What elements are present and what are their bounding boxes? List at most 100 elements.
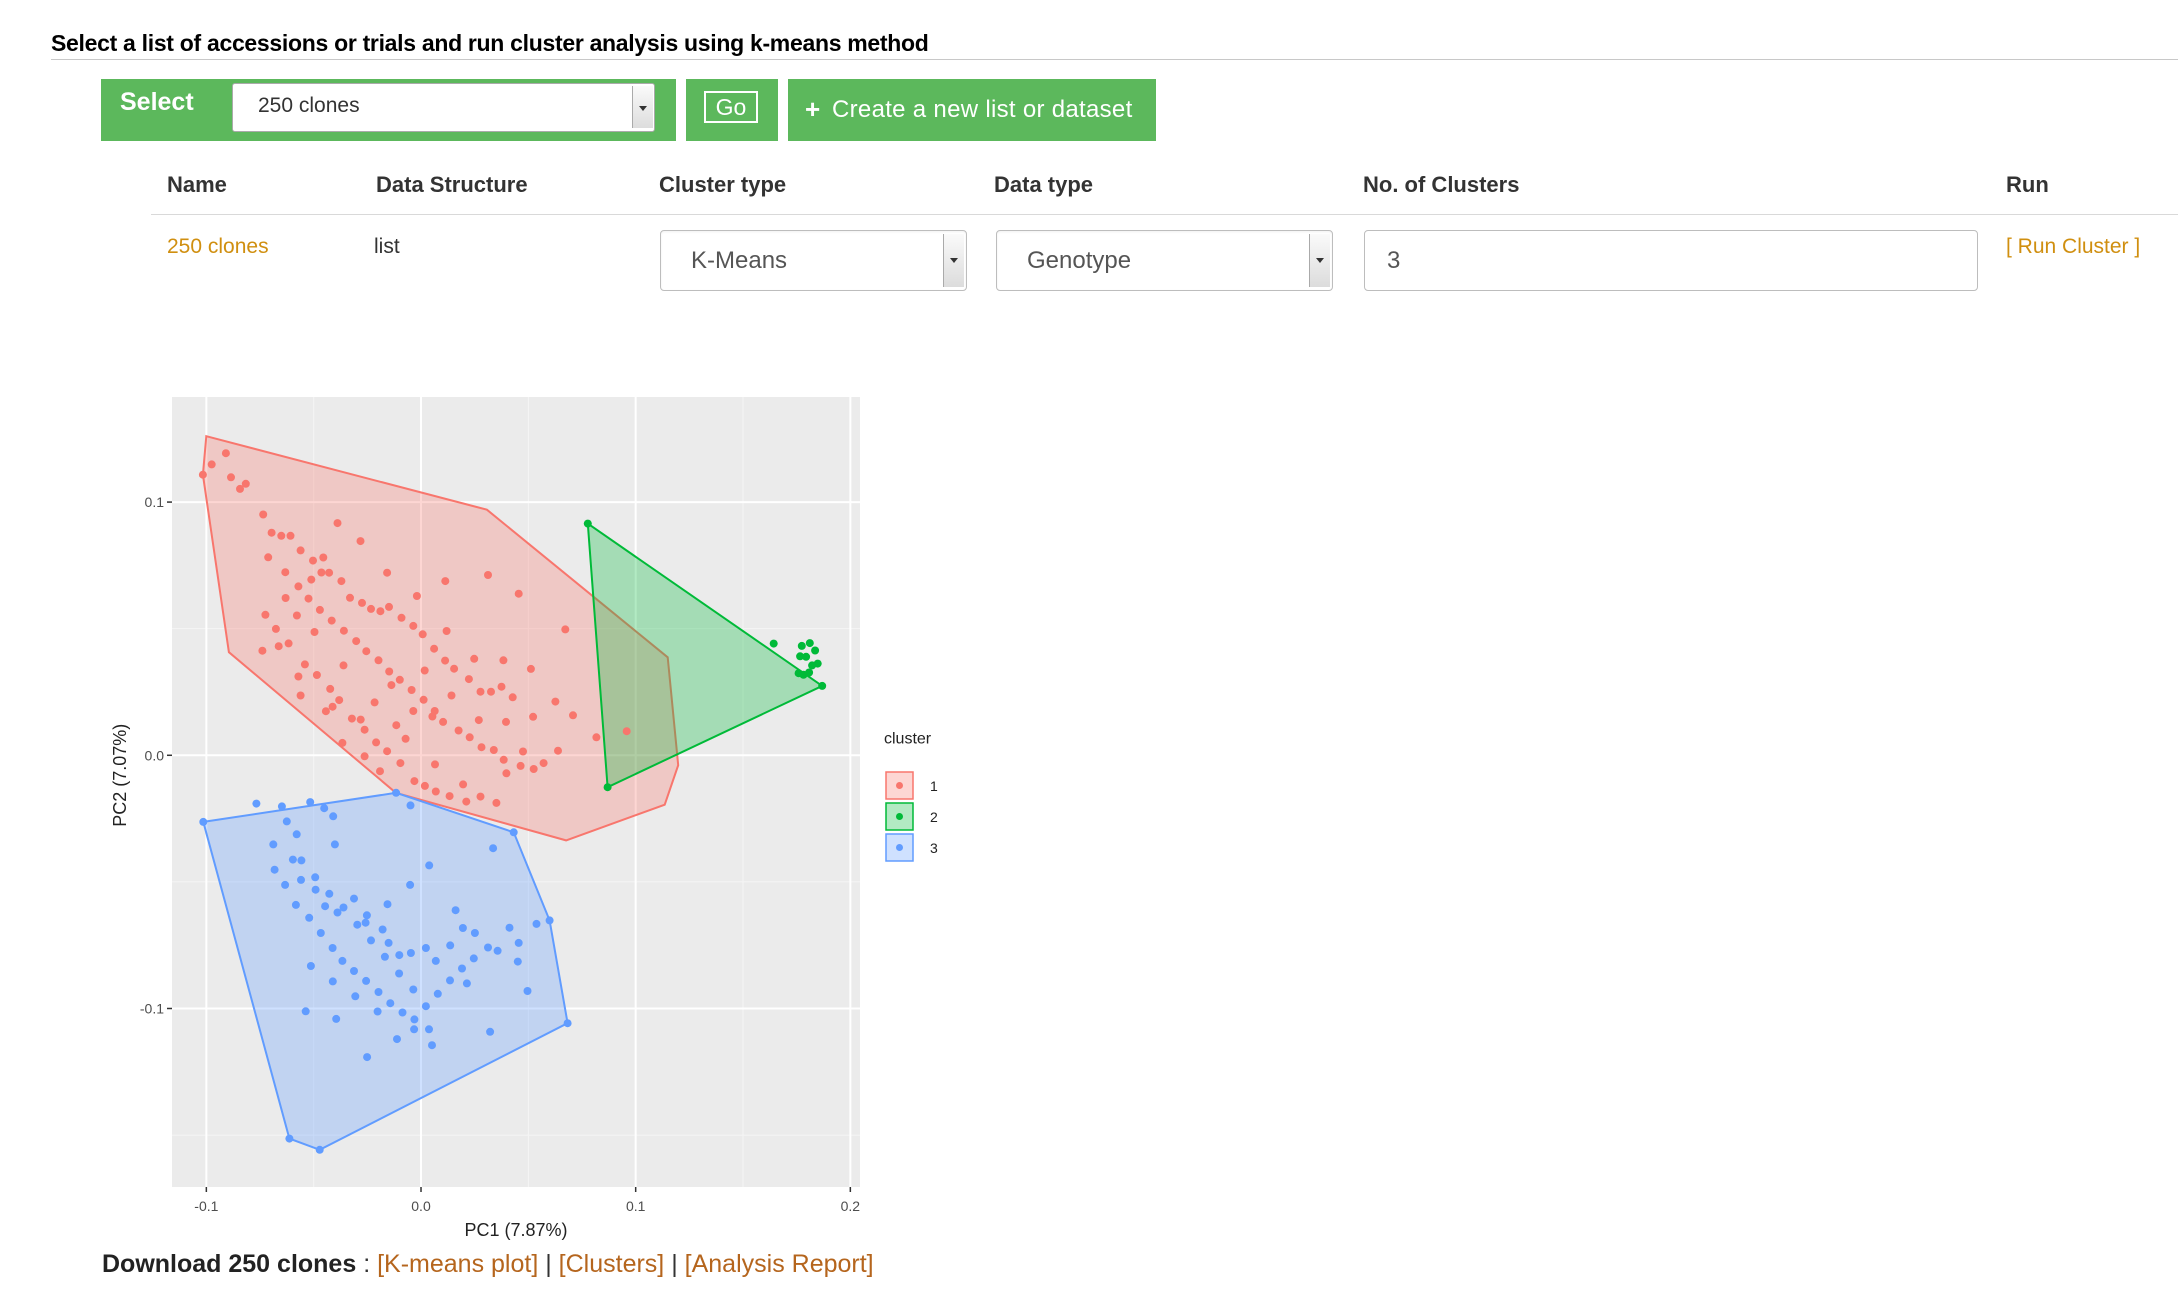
cluster-1-point <box>407 686 416 694</box>
download-clusters-link[interactable]: [Clusters] <box>559 1250 665 1278</box>
cluster-3-point <box>410 1025 419 1034</box>
cluster-1-point <box>499 755 508 764</box>
cluster-3-point <box>563 1019 572 1028</box>
cluster-1-point <box>431 760 439 769</box>
cluster-3-point <box>328 977 337 986</box>
cluster-1-point <box>502 717 510 726</box>
cluster-1-point <box>376 767 384 776</box>
cluster-3-point <box>282 817 291 826</box>
cluster-1-point <box>462 797 471 806</box>
cluster-3-point <box>523 987 532 995</box>
cluster-3-point <box>305 913 314 922</box>
cluster-3-point <box>446 941 455 950</box>
cluster-3-point <box>281 880 290 889</box>
cluster-1-point <box>207 460 216 469</box>
data-type-select[interactable]: Genotype <box>996 230 1333 291</box>
cluster-1-point <box>474 716 483 725</box>
cluster-1-point <box>383 747 392 756</box>
cluster-1-point <box>383 568 392 577</box>
cluster-1-point <box>489 746 498 754</box>
cluster-3-point <box>373 1007 382 1016</box>
legend-label-3: 3 <box>930 840 938 856</box>
cluster-1-point <box>296 546 305 555</box>
cluster-1-point <box>554 746 562 755</box>
cluster-1-point <box>362 647 371 656</box>
cluster-1-point <box>372 738 381 747</box>
cluster-3-point <box>545 916 554 925</box>
cluster-1-point <box>385 667 394 676</box>
cluster-1-point <box>392 721 401 730</box>
cluster-3-point <box>433 989 442 998</box>
cluster-3-point <box>395 969 404 978</box>
go-button-label[interactable]: Go <box>704 91 758 123</box>
cluster-3-point <box>493 946 502 955</box>
cluster-3-point <box>406 949 415 957</box>
cluster-3-point <box>446 976 454 985</box>
kmeans-cluster-plot: -0.1 0.0 0.1 0.2 -0.1 0.0 0.1 PC1 (7.87%) PC2 (7… <box>110 397 938 1240</box>
y-tick-label: -0.1 <box>140 1000 164 1016</box>
cluster-1-point <box>356 715 365 724</box>
dataset-name-link[interactable]: 250 clones <box>167 235 269 259</box>
cluster-1-point <box>335 696 344 705</box>
cluster-1-point <box>370 698 379 707</box>
cluster-1-point <box>476 687 485 696</box>
cluster-1-point <box>465 733 474 742</box>
cluster-3-point <box>285 1134 294 1143</box>
cluster-1-point <box>459 780 468 789</box>
cluster-1-point <box>418 630 427 639</box>
cluster-3-point <box>288 855 297 864</box>
download-analysis-report-link[interactable]: [Analysis Report] <box>685 1250 874 1278</box>
cluster-1-point <box>420 781 429 790</box>
title-divider <box>51 59 2178 60</box>
cluster-1-point <box>259 510 268 519</box>
data-type-value: Genotype <box>1027 247 1132 274</box>
cluster-3-point <box>330 840 339 849</box>
cluster-3-point <box>383 900 392 909</box>
table-header-divider <box>151 214 2178 215</box>
cluster-1-point <box>396 759 405 768</box>
cluster-3-point <box>306 798 315 807</box>
cluster-1-point <box>360 725 369 734</box>
cluster-2-point <box>808 661 817 670</box>
cluster-3-point <box>367 936 375 945</box>
cluster-3-point <box>297 875 305 884</box>
cluster-1-point <box>477 743 486 752</box>
cluster-3-point <box>451 906 460 915</box>
cluster-1-point <box>441 577 450 586</box>
cluster-3-point <box>351 992 360 1001</box>
download-kmeans-plot-link[interactable]: [K-means plot] <box>377 1250 538 1278</box>
cluster-1-point <box>526 664 535 673</box>
cluster-2-point <box>797 641 806 650</box>
cluster-3-point <box>458 924 467 932</box>
cluster-1-point <box>529 765 538 773</box>
download-line: Download 250 clones : [K-means plot] | [… <box>102 1250 874 1279</box>
cluster-1-point <box>307 575 316 584</box>
cluster-1-point <box>227 473 235 482</box>
chevron-down-icon[interactable] <box>632 86 653 128</box>
cluster-3-point <box>431 956 440 965</box>
cluster-3-point <box>428 1041 436 1050</box>
legend-dot-2 <box>896 812 903 820</box>
create-list-button[interactable]: + Create a new list or dataset <box>788 79 1156 141</box>
cluster-3-point <box>514 938 523 947</box>
download-separator: : <box>356 1250 378 1278</box>
cluster-3-point <box>395 951 404 960</box>
chevron-down-icon[interactable] <box>943 234 964 287</box>
cluster-3-point <box>532 919 541 928</box>
cluster-1-point <box>352 637 361 646</box>
cluster-type-value: K-Means <box>691 247 788 274</box>
cluster-1-point <box>508 693 517 702</box>
cluster-1-point <box>317 568 326 577</box>
no-of-clusters-input[interactable]: 3 <box>1364 230 1978 291</box>
cluster-3-point <box>350 967 358 975</box>
y-tick-label: 0.1 <box>145 494 165 510</box>
cluster-3-point <box>311 873 320 882</box>
run-cluster-link[interactable]: [ Run Cluster ] <box>2006 235 2140 259</box>
cluster-3-point <box>513 957 522 966</box>
cluster-1-point <box>502 769 511 778</box>
chevron-down-icon[interactable] <box>1309 234 1330 287</box>
cluster-type-select[interactable]: K-Means <box>660 230 967 291</box>
cluster-3-point <box>316 929 325 937</box>
cluster-1-point <box>410 777 419 786</box>
cluster-1-point <box>360 752 369 761</box>
